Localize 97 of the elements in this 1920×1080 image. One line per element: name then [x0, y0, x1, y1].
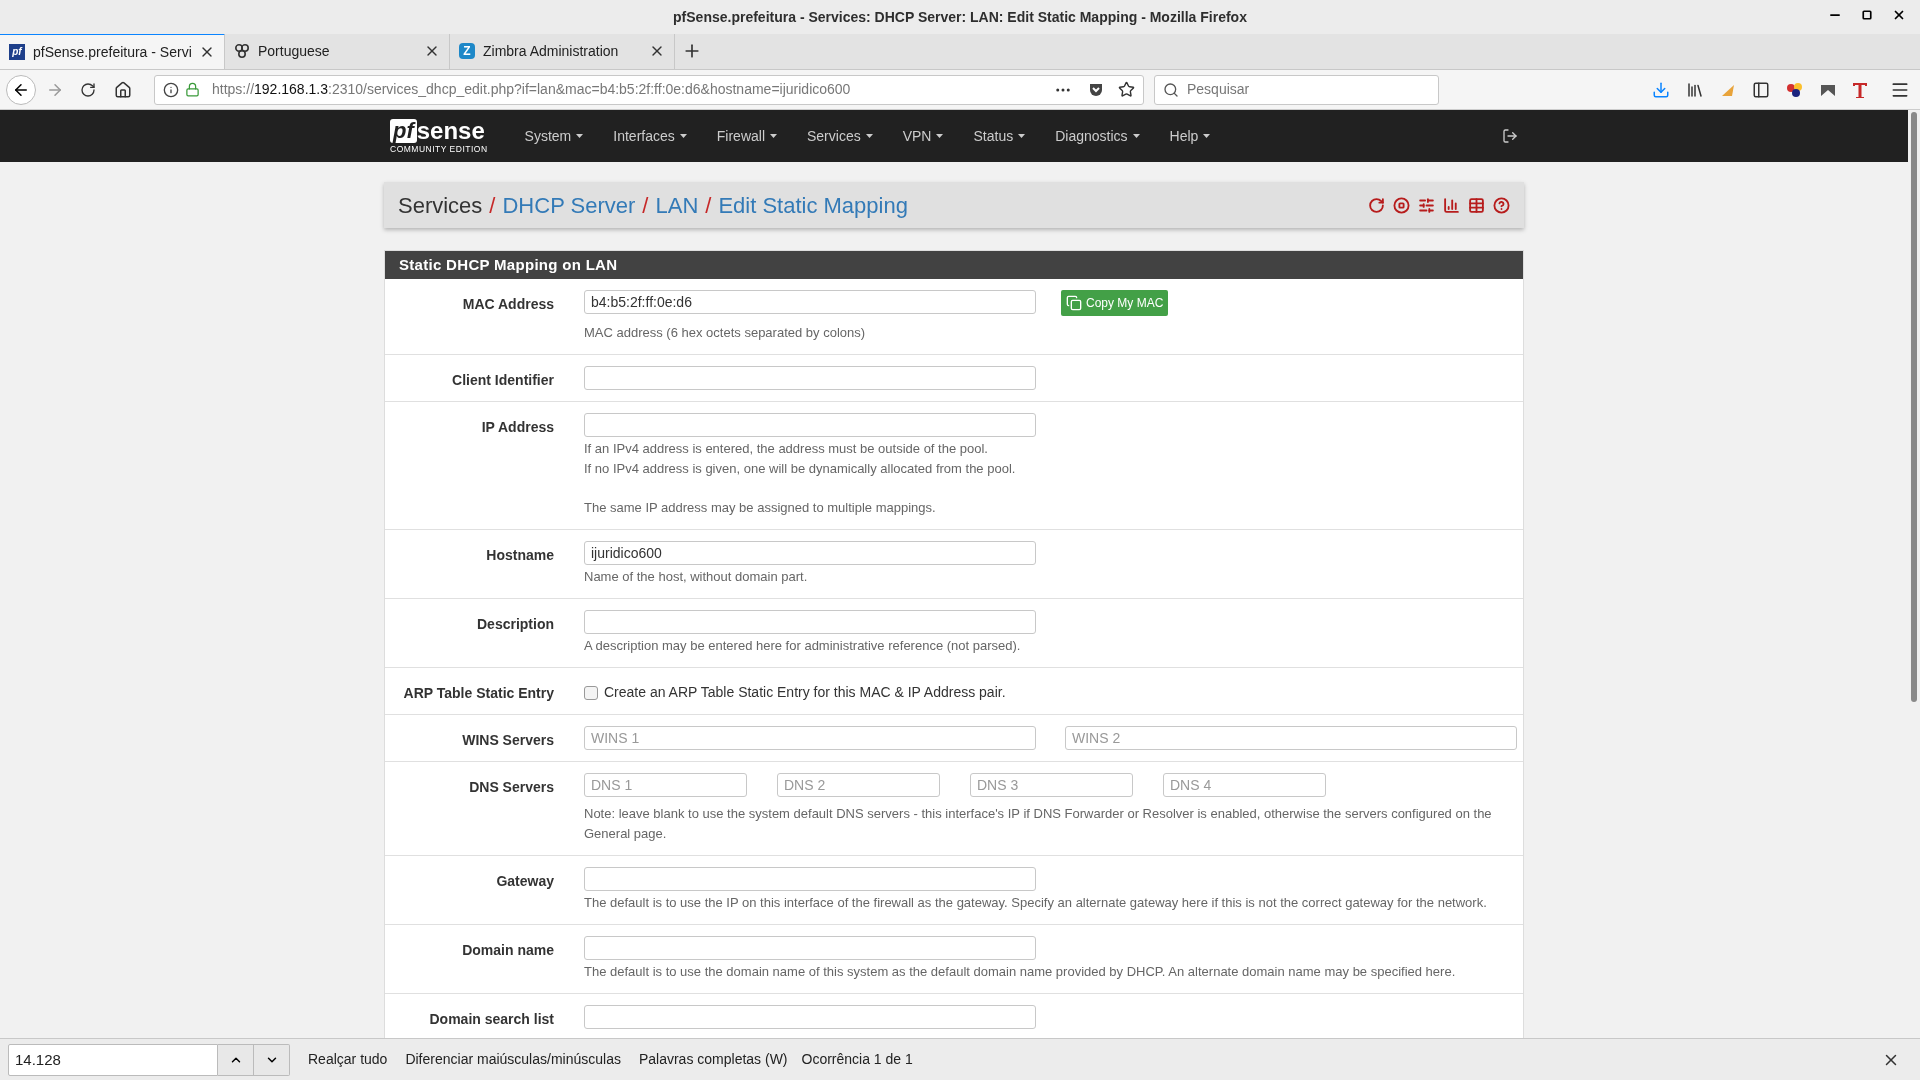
field-label: WINS Servers: [462, 731, 554, 750]
field-label: Description: [477, 615, 554, 634]
match-count: Ocorrência 1 de 1: [801, 1050, 913, 1069]
nav-menu-item[interactable]: Help: [1154, 125, 1226, 147]
window-title: pfSense.prefeitura - Services: DHCP Server: LAN: Edit Static Mapping - Mozilla Firefox: [673, 7, 1247, 27]
spheres-icon[interactable]: [1786, 81, 1804, 98]
close-icon[interactable]: [1892, 8, 1906, 22]
find-field[interactable]: 14.128: [8, 1043, 218, 1076]
list-icon[interactable]: [1468, 196, 1485, 214]
maximize-icon[interactable]: [1862, 10, 1872, 20]
input-field[interactable]: [584, 610, 1036, 634]
input-field[interactable]: ijuridico600: [584, 541, 1036, 565]
panel-title: Static DHCP Mapping on LAN: [399, 254, 618, 275]
input-field[interactable]: b4:b5:2f:ff:0e:d6: [584, 290, 1036, 314]
tab-title: Portuguese: [258, 41, 331, 61]
restart-icon[interactable]: [1368, 196, 1385, 214]
help-text: Name of the host, without domain part.: [584, 568, 809, 586]
stop-icon[interactable]: [1393, 196, 1410, 214]
input-field[interactable]: DNS 3: [970, 773, 1133, 797]
logout-icon[interactable]: [1502, 128, 1518, 144]
search-field[interactable]: Pesquisar: [1154, 74, 1439, 105]
extension-icon[interactable]: [1852, 80, 1868, 99]
find-option[interactable]: Diferenciar maiúsculas/minúsculas: [405, 1049, 621, 1070]
breadcrumb-separator: /: [489, 191, 496, 220]
nav-menu-item[interactable]: Firewall: [701, 125, 792, 147]
input-field[interactable]: [584, 936, 1036, 960]
input-field[interactable]: DNS 1: [584, 773, 747, 797]
caret-icon: [865, 134, 873, 138]
input-field[interactable]: [584, 867, 1036, 891]
field-label: Domain name: [462, 941, 554, 960]
browser-tab[interactable]: pf pfSense.prefeitura - Servi: [0, 33, 225, 69]
download-icon[interactable]: [1652, 80, 1670, 99]
logo-icon: Z: [459, 43, 475, 59]
logo-icon: pf: [9, 44, 25, 60]
breadcrumb-separator: /: [705, 191, 712, 220]
bar-chart-icon[interactable]: [1443, 196, 1460, 214]
nav-menu-item[interactable]: System: [509, 125, 599, 147]
help-text: The same IP address may be assigned to multiple mappings.: [584, 499, 937, 517]
scrollbar-thumb[interactable]: [1911, 112, 1917, 702]
breadcrumb-separator: /: [642, 191, 649, 220]
pfsense-logo[interactable]: pfsense COMMUNITY EDITION: [390, 118, 488, 154]
tab-title: Zimbra Administration: [483, 41, 620, 61]
copy-icon: [1066, 295, 1082, 311]
nav-menu-item[interactable]: Services: [792, 125, 888, 147]
field-label: Hostname: [486, 546, 554, 565]
help-text: The default is to use the domain name of this system as the default domain name provided by DHCP. An alternate domain name may be specified here.: [584, 963, 1457, 981]
breadcrumb-text: Services: [398, 191, 483, 220]
tab-title: pfSense.prefeitura - Servi: [33, 42, 191, 62]
input-field[interactable]: WINS 1: [584, 726, 1036, 750]
nav-menu-item[interactable]: Status: [958, 125, 1041, 147]
help-icon[interactable]: [1493, 196, 1510, 214]
help-text: The default is to use the IP on this interface of the firewall as the gateway. Specify an alternate gateway here if this is not the correct gateway for the network.: [584, 894, 1488, 912]
bookmark-star-icon[interactable]: [1118, 81, 1135, 98]
field-label: MAC Address: [462, 295, 554, 314]
caret-icon: [1132, 134, 1140, 138]
field-label: IP Address: [481, 418, 554, 437]
search-placeholder: Pesquisar: [1187, 80, 1250, 99]
input-field[interactable]: [584, 366, 1036, 390]
field-label: Client Identifier: [452, 371, 554, 390]
sliders-icon[interactable]: [1418, 196, 1435, 214]
field-label: DNS Servers: [469, 778, 554, 797]
home-icon[interactable]: [114, 80, 132, 99]
help-text: MAC address (6 hex octets separated by colons): [584, 324, 867, 342]
nav-menu-item[interactable]: Interfaces: [598, 125, 702, 147]
checkbox[interactable]: [584, 685, 598, 700]
find-option[interactable]: Realçar tudo: [308, 1049, 388, 1070]
caret-icon: [1203, 134, 1211, 138]
checkbox-label: Create an ARP Table Static Entry for this MAC & IP Address pair.: [604, 683, 1006, 702]
nav-menu-item[interactable]: VPN: [887, 125, 959, 147]
url-field[interactable]: https://192.168.1.3:2310/services_dhcp_edit.php?if=lan&mac=b4:b5:2f:ff:0e:d6&hostname=ijuridico600: [154, 74, 1144, 105]
input-field[interactable]: [584, 413, 1036, 437]
help-text: Note: leave blank to use the system default DNS servers - this interface's IP if DNS Forwarder or Resolver is enabled, otherwise the servers configured on the General page.: [584, 805, 1493, 843]
search-icon: [1163, 81, 1179, 98]
caret-icon: [576, 134, 584, 138]
caret-icon: [679, 134, 687, 138]
back-button[interactable]: [6, 74, 36, 105]
library-icon[interactable]: [1686, 80, 1704, 99]
input-field[interactable]: DNS 2: [777, 773, 940, 797]
pocket-icon[interactable]: [1088, 81, 1104, 98]
reload-icon[interactable]: [80, 81, 96, 98]
input-field[interactable]: [584, 1005, 1036, 1029]
help-text: If no IPv4 address is given, one will be dynamically allocated from the pool.: [584, 460, 1017, 478]
field-label: Gateway: [496, 872, 554, 891]
input-field[interactable]: WINS 2: [1065, 726, 1517, 750]
caret-icon: [770, 134, 777, 138]
field-label: Domain search list: [429, 1010, 554, 1029]
info-icon[interactable]: [163, 81, 179, 98]
find-option[interactable]: Palavras completas (W): [638, 1049, 788, 1070]
sidebar-icon[interactable]: [1752, 80, 1770, 99]
input-field[interactable]: DNS 4: [1163, 773, 1326, 797]
help-text: A description may be entered here for administrative reference (not parsed).: [584, 637, 1022, 655]
caret-icon: [1018, 134, 1026, 138]
help-text: If an IPv4 address is entered, the address must be outside of the pool.: [584, 440, 989, 458]
field-label: ARP Table Static Entry: [403, 684, 554, 703]
rings-icon: [234, 43, 250, 59]
caret-icon: [936, 134, 944, 138]
nav-menu-item[interactable]: Diagnostics: [1040, 125, 1155, 147]
